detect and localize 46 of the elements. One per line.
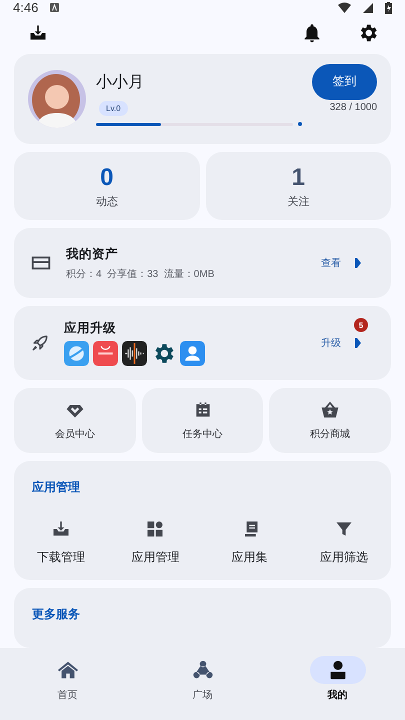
shortcut-tile[interactable]: 会员中心 xyxy=(14,388,136,453)
nav-tab[interactable]: 广场 xyxy=(135,648,270,720)
wifi-icon xyxy=(338,2,351,13)
assets-detail: 积分：4 分享值：33 流量：0MB xyxy=(66,268,216,280)
arrow-icon xyxy=(355,258,361,268)
menu-item[interactable]: 应用筛选 xyxy=(296,518,391,567)
notification-icon xyxy=(50,3,60,12)
nav-tab[interactable]: 首页 xyxy=(0,648,135,720)
stat-card[interactable]: 1 关注 xyxy=(206,152,391,220)
shopping-bag-app-icon xyxy=(93,341,118,366)
user-name: 小小月 xyxy=(96,72,145,93)
status-time: 4:46 xyxy=(13,0,38,15)
browser-app-icon xyxy=(64,341,89,366)
upgrade-title: 应用升级 xyxy=(64,320,117,337)
sound-wave-app-icon xyxy=(122,341,147,366)
count-badge: 5 xyxy=(354,318,368,332)
basket-icon xyxy=(320,400,340,420)
stat-label: 动态 xyxy=(96,194,118,208)
check-in-button[interactable]: 签到 xyxy=(312,64,377,100)
person-app-icon xyxy=(180,341,205,366)
upgrade-link[interactable]: 升级 xyxy=(321,336,341,350)
download-icon[interactable] xyxy=(28,22,48,42)
menu-item[interactable]: 应用管理 xyxy=(108,518,202,567)
home-icon xyxy=(56,659,78,681)
nav-tab[interactable]: 我的 xyxy=(270,648,405,720)
level-badge: Lv.0 xyxy=(99,101,128,116)
stat-count: 1 xyxy=(292,164,305,192)
assets-title: 我的资产 xyxy=(66,246,119,262)
progress-reading: 328 / 1000 xyxy=(330,102,377,112)
section-title: 更多服务 xyxy=(31,606,81,623)
view-link[interactable]: 查看 xyxy=(321,256,341,270)
grid-icon xyxy=(145,519,166,539)
stat-count: 0 xyxy=(100,164,114,192)
upgrade-card[interactable]: 应用升级 升级 5 xyxy=(14,306,391,380)
rocket-icon xyxy=(30,333,50,353)
menu-item[interactable]: 下载管理 xyxy=(14,518,108,567)
section-title: 应用管理 xyxy=(31,479,81,496)
menu-item[interactable]: 应用集 xyxy=(202,518,297,567)
battery-icon xyxy=(385,2,392,14)
stat-label: 关注 xyxy=(287,194,310,208)
shortcut-tile[interactable]: 任务中心 xyxy=(142,388,264,453)
assets-card[interactable]: 我的资产 积分：4 分享值：33 流量：0MB 查看 xyxy=(14,228,391,298)
stat-card[interactable]: 0 动态 xyxy=(14,152,200,220)
signal-icon xyxy=(363,2,373,12)
shortcut-tile[interactable]: 积分商城 xyxy=(269,388,392,453)
arrow-icon xyxy=(355,338,361,348)
